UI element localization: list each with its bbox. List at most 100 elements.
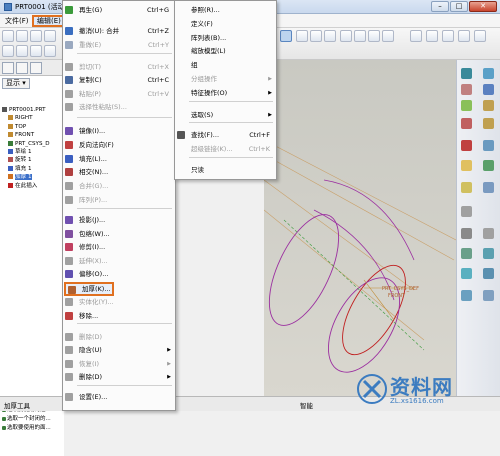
draft-tool-icon[interactable] xyxy=(483,182,494,193)
edit-menu-item[interactable]: 选取(S) ▶ xyxy=(175,109,276,121)
toolbar-icon[interactable] xyxy=(2,45,14,57)
new-file-icon[interactable] xyxy=(2,30,14,42)
wireframe-icon[interactable] xyxy=(426,30,438,42)
filter-dropdown[interactable]: 智能 xyxy=(300,400,313,410)
edit-menu-item[interactable]: 删除(D) ▶ xyxy=(63,371,175,383)
close-button[interactable]: ✕ xyxy=(469,1,497,12)
edit-menu-item[interactable]: 撤消(U): 合并 Ctrl+Z xyxy=(63,25,175,37)
sketch-tool-icon[interactable] xyxy=(461,84,472,95)
pattern-tool-icon[interactable] xyxy=(461,206,472,217)
edit-menu-item[interactable]: 镜像(I)... xyxy=(63,125,175,137)
edit-menu-item[interactable]: 删除(D) xyxy=(63,331,175,343)
zoom-in-icon[interactable] xyxy=(296,30,308,42)
edit-menu-item[interactable]: 重做(E) Ctrl+Y xyxy=(63,39,175,51)
edit-menu-item[interactable]: 相交(N)... xyxy=(63,166,175,178)
merge-tool-icon[interactable] xyxy=(483,228,494,239)
edit-menu-item[interactable]: 超级链接(K)... Ctrl+K xyxy=(175,143,276,155)
edit-menu-item[interactable]: 再生(G) Ctrl+G xyxy=(63,4,175,16)
open-file-icon[interactable] xyxy=(16,30,28,42)
edit-menu-item[interactable]: 恢复(I) ▶ xyxy=(63,358,175,370)
zoom-out-icon[interactable] xyxy=(310,30,322,42)
offset-tool-icon[interactable] xyxy=(461,268,472,279)
edit-menu-item[interactable]: 复制(C) Ctrl+C xyxy=(63,74,175,86)
datum-plane-tool-icon[interactable] xyxy=(461,68,472,79)
shading-icon[interactable] xyxy=(410,30,422,42)
tree-item[interactable]: 在此插入 xyxy=(2,182,64,190)
edit-menu-item[interactable]: 合并(G)... xyxy=(63,180,175,192)
datum-axis-icon[interactable] xyxy=(354,30,366,42)
edit-menu-item[interactable]: 包络(W)... xyxy=(63,228,175,240)
view-icon[interactable] xyxy=(474,30,486,42)
csys-icon[interactable] xyxy=(382,30,394,42)
show-dropdown[interactable]: 显示 ▾ xyxy=(2,78,30,89)
edit-menu-item[interactable]: 反向法向(F) xyxy=(63,139,175,151)
maximize-button[interactable]: □ xyxy=(450,1,468,12)
intersect-tool-icon[interactable] xyxy=(483,290,494,301)
graphics-window[interactable]: PRT_CSYS_DEF FRONT xyxy=(263,60,457,396)
tree-item[interactable]: RIGHT xyxy=(2,114,64,122)
toolbar-icon[interactable] xyxy=(16,45,28,57)
hole-tool-icon[interactable] xyxy=(461,140,472,151)
edit-menu-item[interactable]: 选择性粘贴(S)... xyxy=(63,101,175,113)
select-cursor-icon[interactable] xyxy=(280,30,292,42)
tree-item[interactable]: PRT0001.PRT xyxy=(2,106,64,114)
extrude-tool-icon[interactable] xyxy=(461,118,472,129)
edit-menu-item[interactable]: 偏移(O)... xyxy=(63,268,175,280)
model-tree-tab[interactable] xyxy=(2,62,14,74)
datum-plane-icon[interactable] xyxy=(340,30,352,42)
trim-tool-icon[interactable] xyxy=(461,248,472,259)
edit-menu-item[interactable]: 填充(L)... xyxy=(63,153,175,165)
edit-menu-item[interactable]: 分组操作 ▶ xyxy=(175,73,276,85)
folder-tab[interactable] xyxy=(16,62,28,74)
edit-menu-item[interactable]: 加厚(K)... xyxy=(64,282,114,296)
no-hidden-icon[interactable] xyxy=(458,30,470,42)
chamfer-tool-icon[interactable] xyxy=(461,160,472,171)
axis-tool-icon[interactable] xyxy=(483,68,494,79)
edit-menu-item[interactable]: 实体化(Y)... xyxy=(63,296,175,308)
tree-item[interactable]: 填充 1 xyxy=(2,165,64,173)
hidden-line-icon[interactable] xyxy=(442,30,454,42)
rib-tool-icon[interactable] xyxy=(461,182,472,193)
refit-icon[interactable] xyxy=(324,30,336,42)
save-icon[interactable] xyxy=(30,30,42,42)
edit-menu-item[interactable]: 延伸(X)... xyxy=(63,255,175,267)
edit-menu-item[interactable]: 投影(J)... xyxy=(63,214,175,226)
edit-menu-item[interactable]: 阵列(P)... xyxy=(63,194,175,206)
round-tool-icon[interactable] xyxy=(483,140,494,151)
edit-menu-item[interactable]: 移除... xyxy=(63,310,175,322)
edit-menu-item[interactable]: 参照(R)... xyxy=(175,4,276,16)
tree-item[interactable]: 草绘 1 xyxy=(2,148,64,156)
datum-point-icon[interactable] xyxy=(368,30,380,42)
edit-menu-item[interactable]: 缩放模型(L) xyxy=(175,45,276,57)
tree-item[interactable]: 加厚 1 xyxy=(2,173,64,181)
tree-item[interactable]: FRONT xyxy=(2,131,64,139)
edit-menu-item[interactable]: 定义(F) xyxy=(175,18,276,30)
revolve-tool-icon[interactable] xyxy=(483,118,494,129)
menu-edit[interactable]: 编辑(E) xyxy=(32,15,66,27)
edit-menu-item[interactable]: 隐含(U) ▶ xyxy=(63,344,175,356)
edit-menu-item[interactable]: 组 xyxy=(175,59,276,71)
edit-menu-item[interactable]: 特征操作(O) ▶ xyxy=(175,87,276,99)
favorites-tab[interactable] xyxy=(30,62,42,74)
solidify-tool-icon[interactable] xyxy=(461,290,472,301)
point-tool-icon[interactable] xyxy=(483,84,494,95)
edit-menu-item[interactable]: 阵列表(B)... xyxy=(175,32,276,44)
edit-menu-item[interactable]: 修剪(I)... xyxy=(63,241,175,253)
edit-menu-item[interactable]: 只读 xyxy=(175,164,276,176)
menu-file[interactable]: 文件(F) xyxy=(2,15,32,27)
tree-item[interactable]: TOP xyxy=(2,123,64,131)
shell-tool-icon[interactable] xyxy=(483,160,494,171)
tree-item[interactable]: PRT_CSYS_D xyxy=(2,140,64,148)
toolbar-icon[interactable] xyxy=(30,45,42,57)
csys-tool-icon[interactable] xyxy=(483,100,494,111)
extend-tool-icon[interactable] xyxy=(483,248,494,259)
tree-item[interactable]: 旋转 1 xyxy=(2,156,64,164)
minimize-button[interactable]: – xyxy=(431,1,449,12)
edit-menu-item[interactable]: 查找(F)... Ctrl+F xyxy=(175,129,276,141)
mirror-tool-icon[interactable] xyxy=(461,228,472,239)
edit-menu-item[interactable]: 设置(E)... xyxy=(63,391,175,403)
thicken-tool-icon[interactable] xyxy=(483,268,494,279)
print-icon[interactable] xyxy=(44,30,56,42)
edit-menu-item[interactable]: 粘贴(P) Ctrl+V xyxy=(63,88,175,100)
toolbar-icon[interactable] xyxy=(44,45,56,57)
